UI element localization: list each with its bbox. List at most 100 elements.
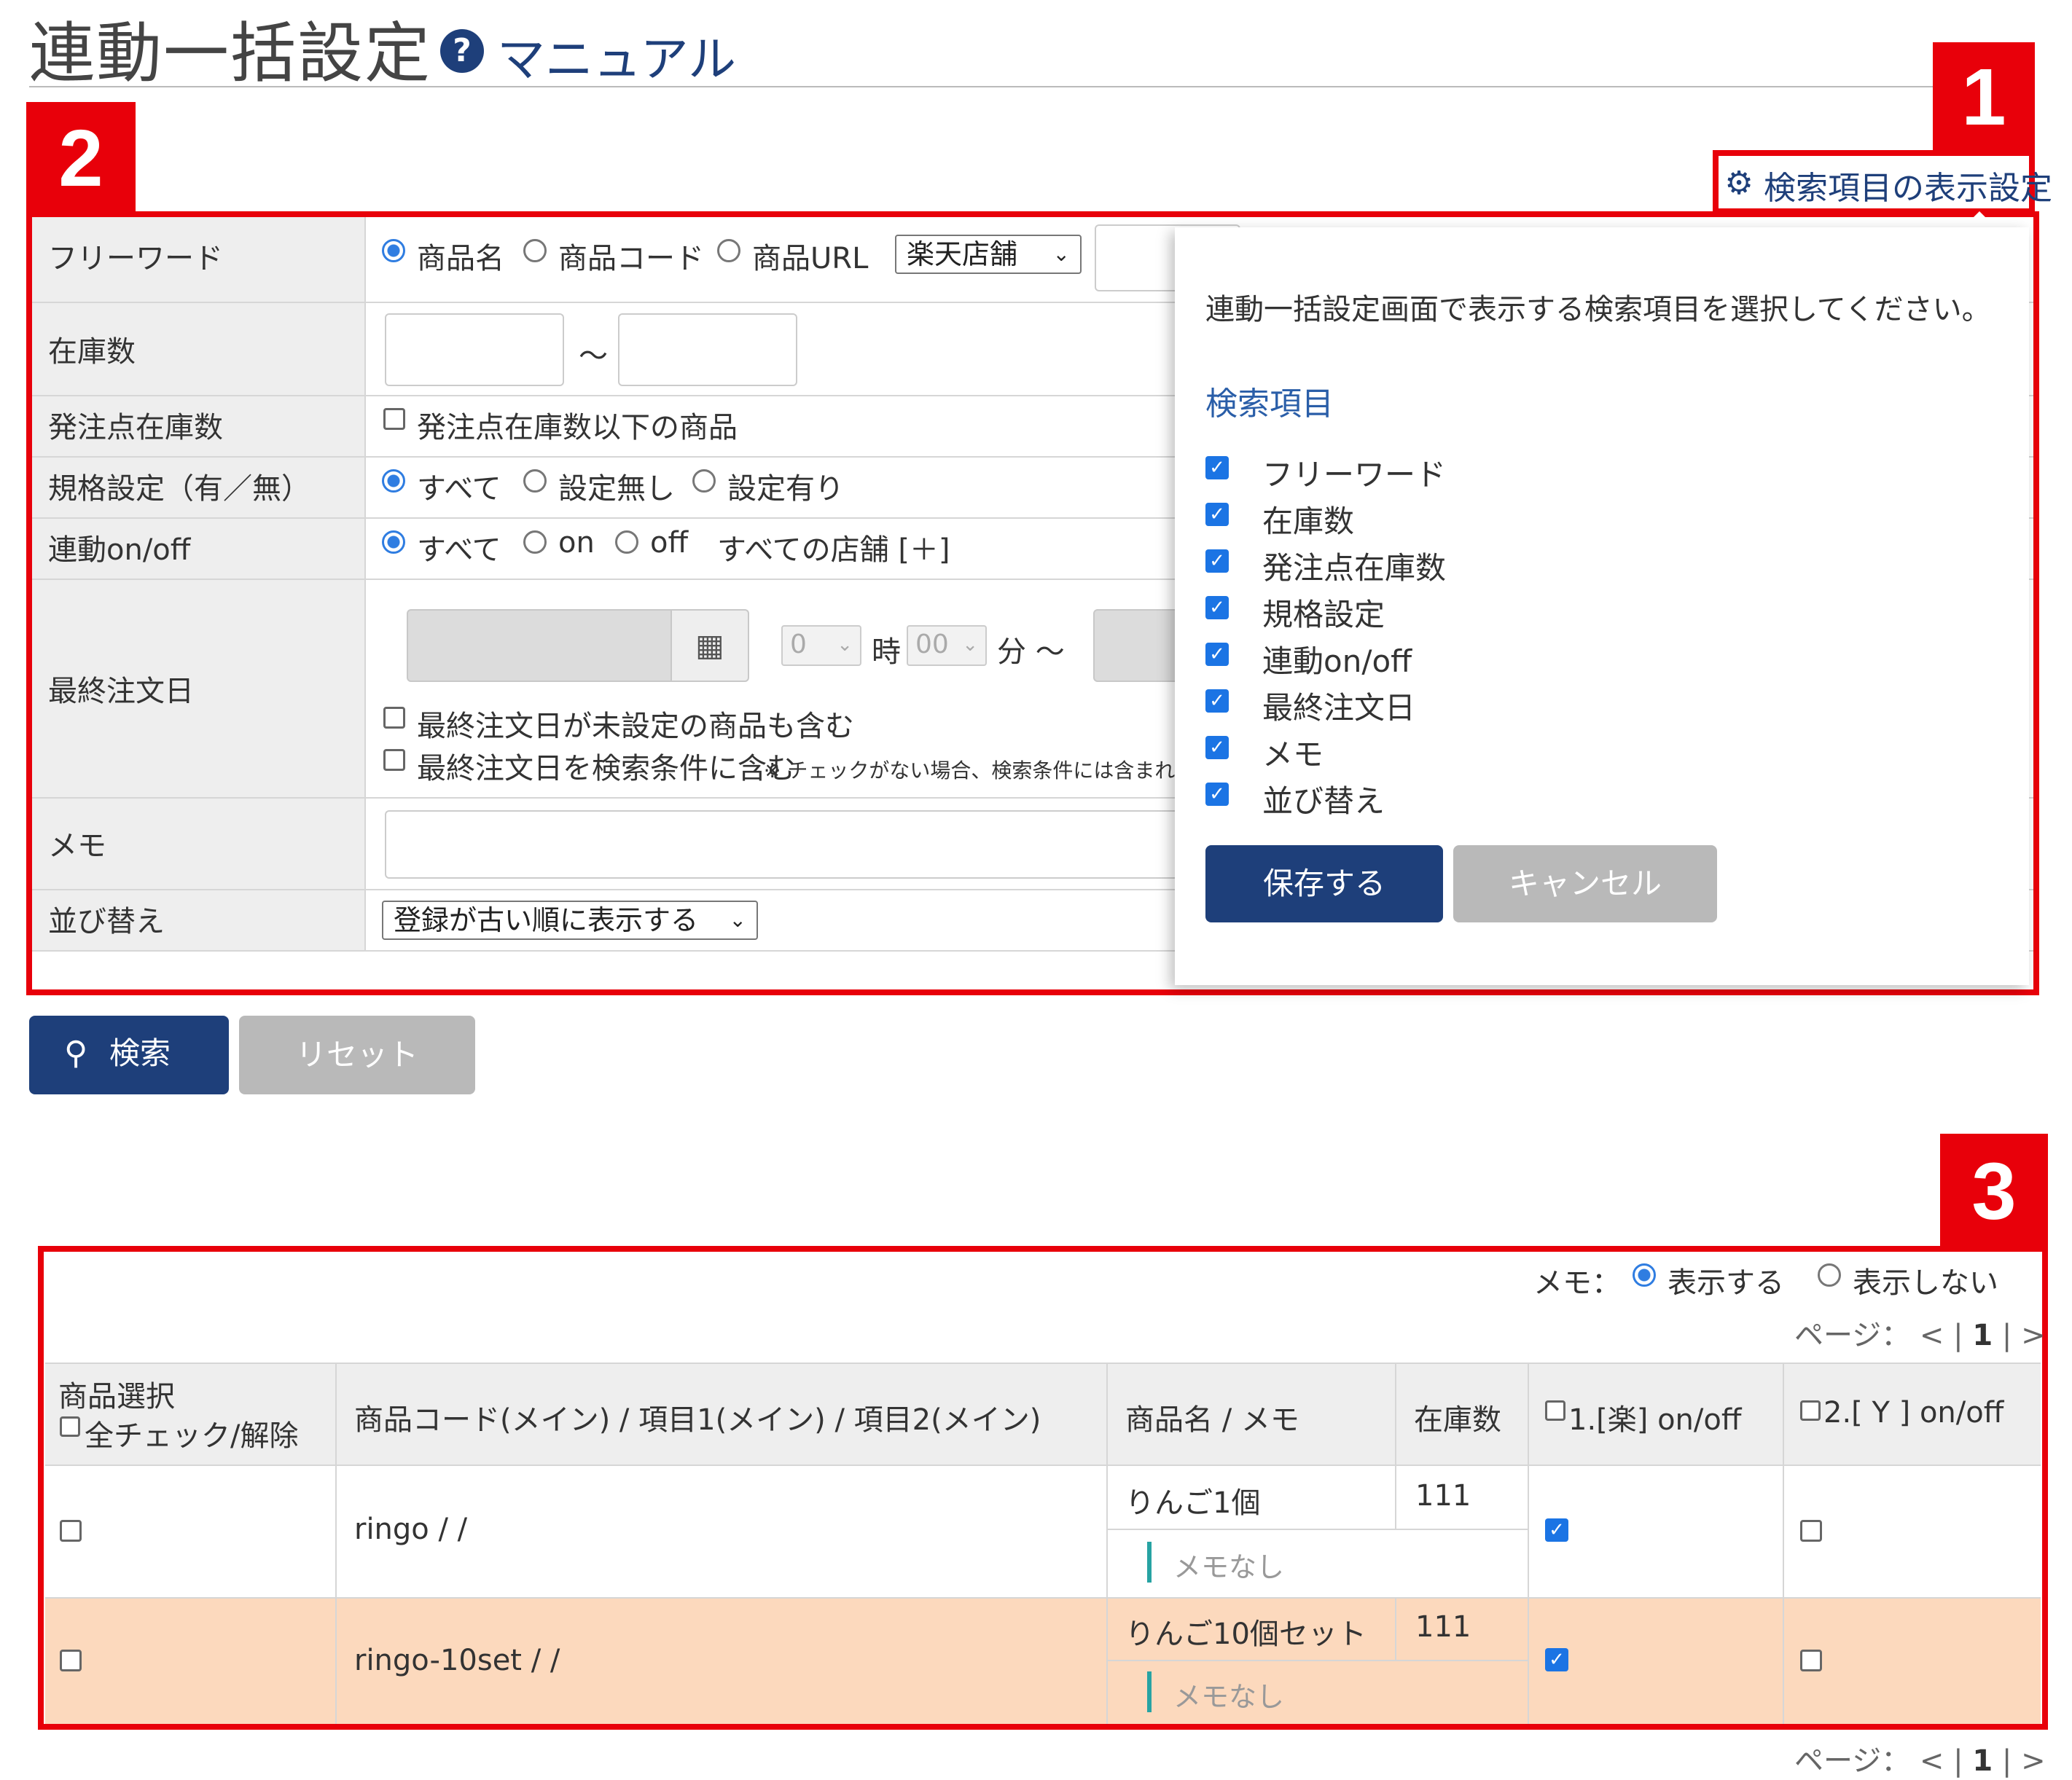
row-stock: 111 — [1415, 1479, 1471, 1513]
include-condition-note: ※ チェックがない場合、検索条件には含まれ — [764, 758, 1176, 783]
radio-link-all-label: すべて — [417, 533, 501, 567]
hour-unit: 時 — [872, 635, 901, 669]
popover-check-stock[interactable]: ✓ — [1205, 503, 1229, 526]
header-stock: 在庫数 — [1414, 1403, 1501, 1437]
radio-spec-none[interactable] — [523, 469, 547, 493]
minute-select[interactable]: 00 ⌄ — [907, 625, 987, 666]
radio-product-url[interactable] — [717, 239, 740, 262]
popover-check-link[interactable]: ✓ — [1205, 643, 1229, 666]
radio-product-code[interactable] — [523, 239, 547, 262]
pager-current: 1 — [1972, 1744, 1993, 1778]
save-button[interactable]: 保存する — [1205, 845, 1443, 922]
results-table: 商品選択 全チェック/解除 商品コード(メイン) / 項目1(メイン) / 項目… — [45, 1363, 2041, 1724]
radio-link-all[interactable] — [382, 530, 405, 554]
row-store2-checkbox[interactable] — [1800, 1650, 1822, 1671]
radio-product-code-label: 商品コード — [558, 242, 704, 275]
include-unset-checkbox[interactable] — [383, 707, 405, 729]
store-select-value: 楽天店舗 — [907, 238, 1018, 270]
table-row-highlight — [45, 1597, 2041, 1724]
popover-check-sort[interactable]: ✓ — [1205, 783, 1229, 806]
label-freeword: フリーワード — [48, 242, 223, 275]
popover-check-last-order[interactable]: ✓ — [1205, 689, 1229, 713]
reset-button[interactable]: リセット — [239, 1016, 475, 1094]
search-button[interactable]: ⚲ 検索 — [29, 1016, 229, 1094]
minute-unit-label: 分 ～ — [997, 635, 1065, 669]
row-code: ringo / / — [354, 1513, 468, 1546]
radio-link-off-label: off — [650, 526, 689, 560]
row-memo: メモなし — [1173, 1681, 1285, 1713]
hour-select[interactable]: 0 ⌄ — [781, 625, 861, 666]
row-select-checkbox[interactable] — [60, 1520, 82, 1542]
chevron-down-icon: ⌄ — [1052, 242, 1070, 266]
radio-product-name[interactable] — [382, 239, 405, 262]
pager-label: ページ： — [1794, 1319, 1911, 1352]
sort-select-value: 登録が古い順に表示する — [394, 904, 699, 936]
reorder-checkbox[interactable] — [383, 408, 405, 430]
gear-icon[interactable]: ⚙ — [1723, 168, 1755, 200]
popover-check-memo[interactable]: ✓ — [1205, 736, 1229, 759]
popover-item-link: 連動on/off — [1262, 643, 1412, 679]
all-stores-toggle[interactable]: すべての店舗 [＋] — [717, 526, 950, 568]
store2-all-checkbox[interactable] — [1800, 1400, 1821, 1421]
chevron-down-icon: ⌄ — [962, 634, 978, 656]
row-store2-checkbox[interactable] — [1800, 1520, 1822, 1542]
pager-next[interactable]: > — [2021, 1744, 2046, 1778]
row-store1-checkbox[interactable]: ✓ — [1545, 1648, 1568, 1671]
row-memo: メモなし — [1173, 1551, 1285, 1583]
page-title: 連動一括設定 — [29, 15, 431, 92]
row-select-checkbox[interactable] — [60, 1650, 82, 1671]
radio-link-on[interactable] — [523, 530, 547, 554]
include-unset-label: 最終注文日が未設定の商品も含む — [417, 710, 854, 743]
question-circle-icon[interactable]: ? — [440, 29, 484, 73]
stock-min-input[interactable] — [385, 313, 564, 386]
badge-1: 1 — [1933, 42, 2035, 153]
chevron-down-icon: ⌄ — [729, 908, 746, 932]
pager-prev[interactable]: < — [1920, 1319, 1944, 1352]
select-all-label: 全チェック/解除 — [85, 1419, 299, 1453]
label-stock: 在庫数 — [48, 335, 136, 369]
popover-message: 連動一括設定画面で表示する検索項目を選択してください。 — [1205, 293, 1991, 326]
radio-link-off[interactable] — [615, 530, 638, 554]
header-store2: 2.[ Y ] on/off — [1823, 1396, 2004, 1430]
calendar-icon[interactable]: ▦ — [672, 609, 749, 682]
row-stock: 111 — [1415, 1610, 1471, 1644]
store-select[interactable]: 楽天店舗 ⌄ — [895, 235, 1082, 274]
radio-product-name-label: 商品名 — [417, 242, 504, 275]
pager-bottom: ページ： < | 1 | > — [1794, 1737, 2046, 1779]
popover-section-title: 検索項目 — [1205, 385, 1334, 423]
pager-sep: | — [1953, 1744, 1963, 1778]
memo-input[interactable] — [385, 810, 1216, 879]
pager-next[interactable]: > — [2021, 1319, 2046, 1352]
manual-link[interactable]: マニュアル — [497, 20, 736, 90]
radio-memo-hide[interactable] — [1818, 1263, 1841, 1287]
popover-check-spec[interactable]: ✓ — [1205, 596, 1229, 619]
popover-check-reorder[interactable]: ✓ — [1205, 549, 1229, 573]
cancel-button[interactable]: キャンセル — [1453, 845, 1717, 922]
radio-memo-show[interactable] — [1633, 1263, 1656, 1287]
store1-all-checkbox[interactable] — [1545, 1400, 1565, 1421]
title-divider — [29, 86, 2026, 87]
radio-spec-yes[interactable] — [692, 469, 716, 493]
radio-product-url-label: 商品URL — [752, 242, 869, 275]
radio-spec-all[interactable] — [382, 469, 405, 493]
sort-select[interactable]: 登録が古い順に表示する ⌄ — [382, 901, 758, 940]
search-settings-link[interactable]: 検索項目の表示設定 — [1764, 162, 2052, 208]
popover-item-reorder: 発注点在庫数 — [1262, 550, 1447, 586]
label-last-order: 最終注文日 — [48, 675, 194, 708]
popover-check-freeword[interactable]: ✓ — [1205, 456, 1229, 479]
row-name[interactable]: りんご10個セット — [1125, 1610, 1367, 1652]
row-store1-checkbox[interactable]: ✓ — [1545, 1518, 1568, 1542]
pager-sep: | — [2001, 1744, 2012, 1778]
popover-item-freeword: フリーワード — [1262, 457, 1447, 493]
pager-prev[interactable]: < — [1920, 1744, 1944, 1778]
row-name[interactable]: りんご1個 — [1125, 1479, 1260, 1521]
stock-max-input[interactable] — [618, 313, 797, 386]
search-settings-popover: 連動一括設定画面で表示する検索項目を選択してください。 検索項目 ✓ フリーワー… — [1175, 227, 2029, 985]
radio-link-on-label: on — [558, 526, 595, 560]
row-code: ringo-10set / / — [354, 1644, 560, 1677]
include-condition-checkbox[interactable] — [383, 749, 405, 771]
pager-sep: | — [2001, 1319, 2012, 1352]
select-all-checkbox[interactable] — [60, 1416, 80, 1437]
pager-current: 1 — [1972, 1319, 1993, 1352]
last-order-date-input[interactable] — [407, 609, 672, 682]
